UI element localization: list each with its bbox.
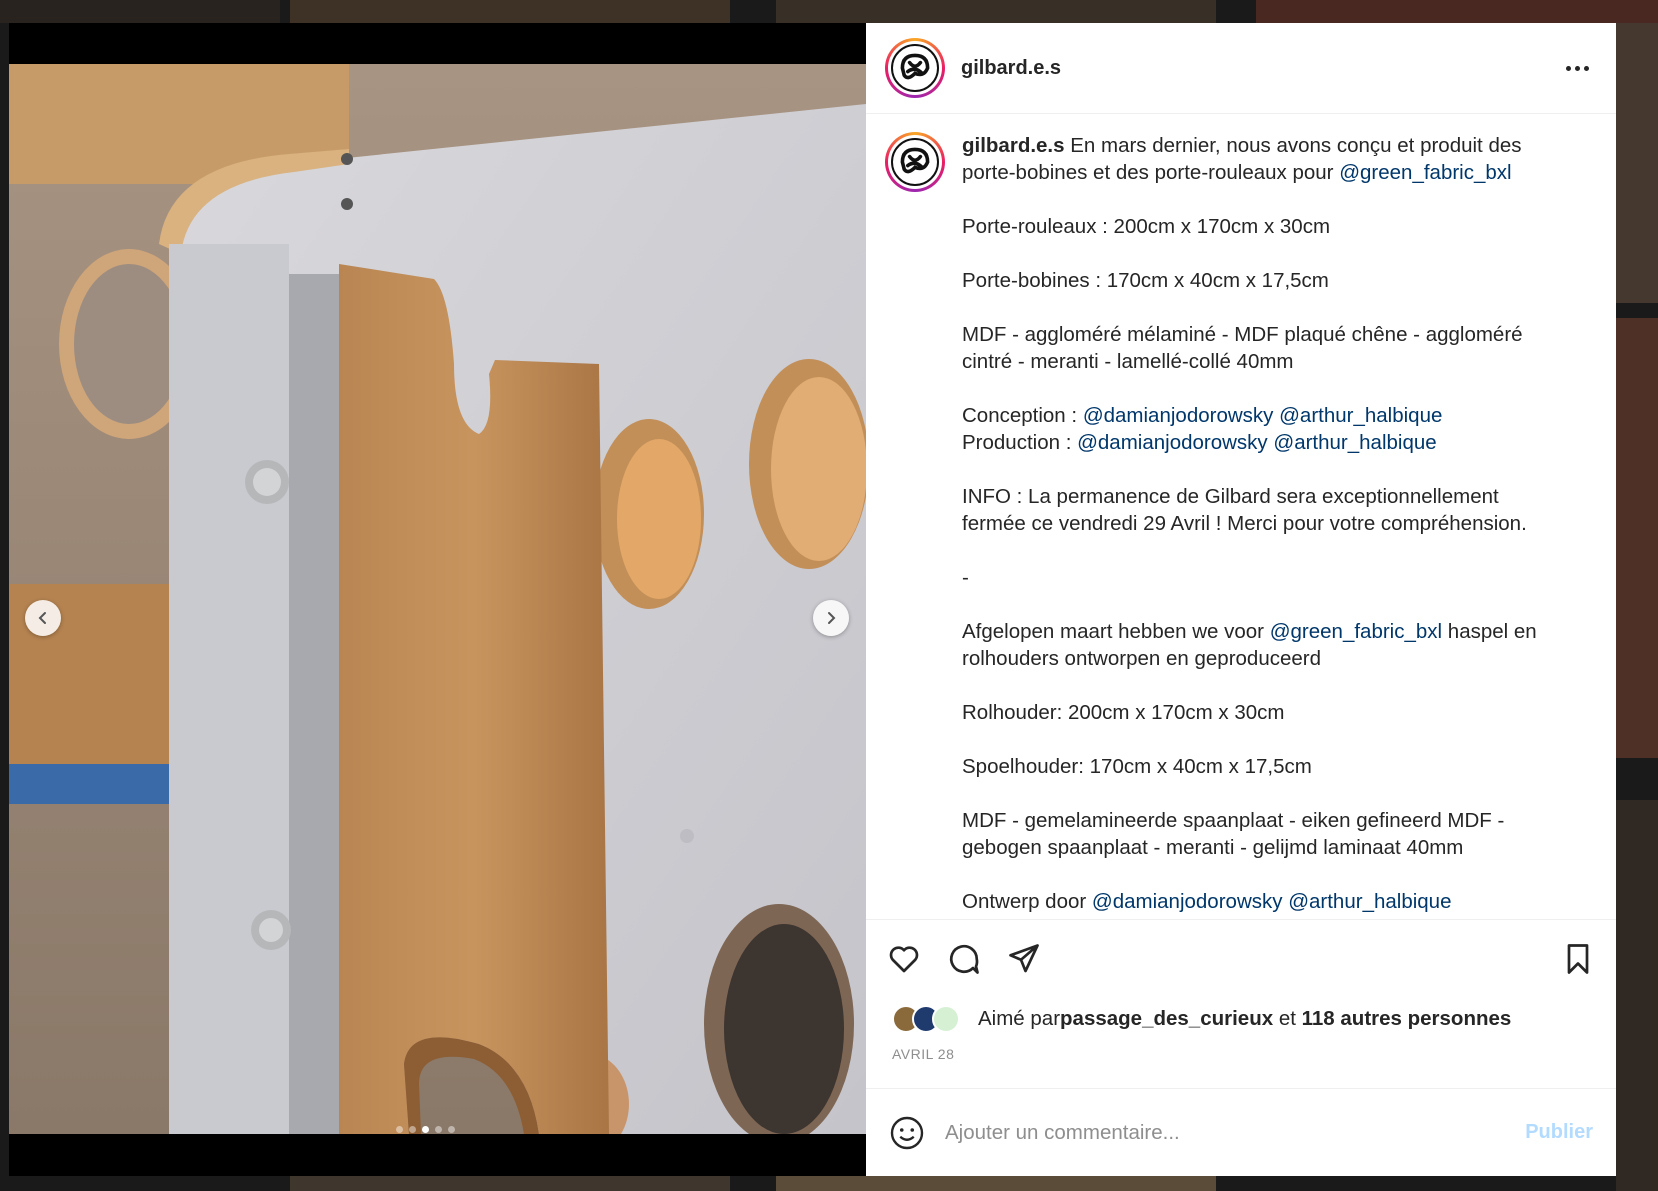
post-media <box>9 23 866 1176</box>
brand-logo-icon <box>891 138 939 186</box>
author-username[interactable]: gilbard.e.s <box>961 57 1061 80</box>
caption-fragment: MDF - aggloméré mélaminé - MDF plaqué ch… <box>962 323 1523 373</box>
carousel-dot <box>409 1126 416 1133</box>
carousel-prev-button[interactable] <box>25 600 61 636</box>
mention-link[interactable]: @arthur_halbique <box>1288 890 1451 913</box>
post-modal: gilbard.e.s gilbard.e.s En mars dernier,… <box>9 23 1616 1176</box>
carousel-dot <box>422 1126 429 1133</box>
caption-username[interactable]: gilbard.e.s <box>962 134 1070 157</box>
publish-button[interactable]: Publier <box>1525 1121 1593 1144</box>
comment-input[interactable] <box>945 1120 1526 1145</box>
caption-line: Conception : @damianjodorowsky @arthur_h… <box>962 402 1562 429</box>
emoji-icon[interactable] <box>889 1115 925 1151</box>
likes-others-count[interactable]: 118 autres personnes <box>1302 1007 1512 1031</box>
post-side-panel: gilbard.e.s gilbard.e.s En mars dernier,… <box>866 23 1616 1176</box>
mention-link[interactable]: @damianjodorowsky <box>1083 404 1274 427</box>
mention-link[interactable]: @arthur_halbique <box>1273 431 1436 454</box>
caption-line: INFO : La permanence de Gilbard sera exc… <box>962 483 1562 537</box>
more-options-button[interactable] <box>1558 58 1597 79</box>
caption-line: Afgelopen maart hebben we voor @green_fa… <box>962 618 1562 672</box>
bookmark-icon[interactable] <box>1560 941 1596 977</box>
carousel-dot <box>448 1126 455 1133</box>
post-date[interactable]: AVRIL 28 <box>866 1040 1616 1088</box>
caption-fragment: MDF - gemelamineerde spaanplaat - eiken … <box>962 809 1505 859</box>
author-avatar[interactable] <box>885 38 945 98</box>
likes-middle: et <box>1273 1007 1302 1030</box>
post-header: gilbard.e.s <box>866 23 1616 114</box>
chevron-right-icon <box>828 612 836 624</box>
caption-fragment: - <box>962 566 969 589</box>
brand-logo-icon <box>891 44 939 92</box>
caption-line: Ontwerp door @damianjodorowsky @arthur_h… <box>962 888 1562 915</box>
carousel-indicator <box>9 1126 854 1133</box>
send-icon[interactable] <box>1006 941 1042 977</box>
caption-line: Spoelhouder: 170cm x 40cm x 17,5cm <box>962 753 1562 780</box>
caption-author-avatar[interactable] <box>885 132 945 192</box>
liker-avatars <box>892 1005 960 1033</box>
action-bar <box>866 920 1616 998</box>
likes-prefix: Aimé par <box>978 1007 1061 1030</box>
caption-line: Porte-rouleaux : 200cm x 170cm x 30cm <box>962 213 1562 240</box>
caption-fragment: Spoelhouder: 170cm x 40cm x 17,5cm <box>962 755 1312 778</box>
caption-line: MDF - gemelamineerde spaanplaat - eiken … <box>962 807 1562 861</box>
carousel-dot <box>396 1126 403 1133</box>
caption-fragment: Production : <box>962 431 1078 454</box>
caption-area[interactable]: gilbard.e.s En mars dernier, nous avons … <box>866 114 1616 920</box>
post-photo <box>9 64 866 1134</box>
mention-link[interactable]: @arthur_halbique <box>1279 404 1442 427</box>
more-options-icon <box>1566 65 1571 71</box>
mention-link[interactable]: @damianjodorowsky <box>1092 890 1283 913</box>
comment-bar: Publier <box>866 1088 1616 1176</box>
carousel-dot <box>435 1126 442 1133</box>
caption-fragment: INFO : La permanence de Gilbard sera exc… <box>962 485 1527 535</box>
caption-fragment: Afgelopen maart hebben we voor <box>962 620 1270 643</box>
mention-link[interactable]: @green_fabric_bxl <box>1270 620 1442 643</box>
liker-username[interactable]: passage_des_curieux <box>1060 1007 1273 1031</box>
mention-link[interactable]: @green_fabric_bxl <box>1339 161 1511 184</box>
caption-line: - <box>962 564 1562 591</box>
caption-line: Rolhouder: 200cm x 170cm x 30cm <box>962 699 1562 726</box>
caption-fragment: Ontwerp door <box>962 890 1092 913</box>
caption-line: Production : @damianjodorowsky @arthur_h… <box>962 429 1562 456</box>
likes-summary[interactable]: Aimé par passage_des_curieux et 118 autr… <box>866 998 1616 1040</box>
caption-line: MDF - aggloméré mélaminé - MDF plaqué ch… <box>962 321 1562 375</box>
chevron-left-icon <box>38 612 46 624</box>
caption-text: gilbard.e.s En mars dernier, nous avons … <box>962 132 1562 919</box>
carousel-next-button[interactable] <box>813 600 849 636</box>
caption-fragment: Conception : <box>962 404 1083 427</box>
heart-icon[interactable] <box>886 941 922 977</box>
caption-fragment: Rolhouder: 200cm x 170cm x 30cm <box>962 701 1285 724</box>
caption-fragment: Porte-bobines : 170cm x 40cm x 17,5cm <box>962 269 1329 292</box>
mention-link[interactable]: @damianjodorowsky <box>1077 431 1268 454</box>
caption-line: gilbard.e.s En mars dernier, nous avons … <box>962 132 1562 186</box>
comment-icon[interactable] <box>946 941 982 977</box>
caption-line: Porte-bobines : 170cm x 40cm x 17,5cm <box>962 267 1562 294</box>
avatar <box>932 1005 960 1033</box>
caption-fragment: Porte-rouleaux : 200cm x 170cm x 30cm <box>962 215 1331 238</box>
